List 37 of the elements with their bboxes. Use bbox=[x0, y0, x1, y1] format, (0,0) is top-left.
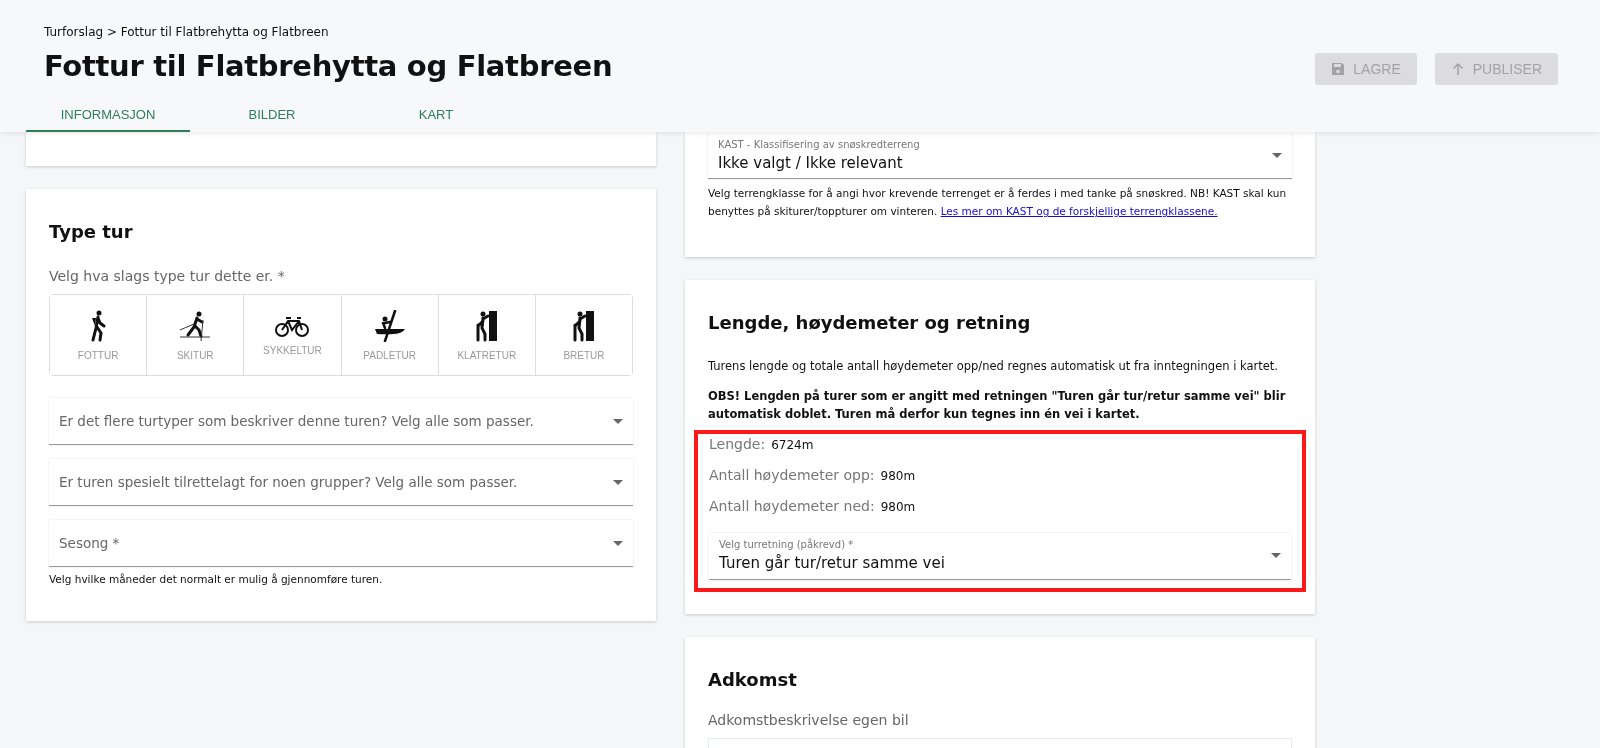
climber-icon bbox=[571, 309, 596, 342]
skier-icon bbox=[178, 309, 213, 342]
caret-icon bbox=[1271, 553, 1281, 559]
field-label: Adkomstbeskrivelse egen bil bbox=[708, 711, 910, 728]
field-label: Velg hva slags type tur dette er. * bbox=[49, 268, 286, 284]
section-heading: Lengde, høydemeter og retning bbox=[708, 311, 1032, 333]
breadcrumb: Turforslag > Fottur til Flatbrehytta og Flatbreen bbox=[44, 25, 330, 39]
section-heading: Type tur bbox=[49, 221, 134, 242]
stat-label: Antall høydemeter ned: bbox=[709, 497, 875, 514]
climber-icon bbox=[474, 309, 499, 342]
tab[interactable]: KART bbox=[354, 98, 518, 132]
helper-text: Velg hvilke måneder det normalt er mulig å gjennomføre turen. bbox=[49, 573, 384, 585]
tab[interactable]: BILDER bbox=[190, 98, 354, 132]
info-text: Turens lengde og totale antall høydemeter opp/ned regnes automatisk ut fra inntegningen i kartet. bbox=[708, 358, 1279, 373]
warning-text: OBS! Lengden på turer som er angitt med retningen "Turen går tur/retur samme vei" blir automatisk doblet. Turen må derfor kun tegnes inn én vei i kartet. bbox=[708, 387, 1287, 424]
select-field[interactable]: KAST - Klassifisering av snøskredterreng Ikke valgt / Ikke relevant bbox=[708, 132, 1292, 179]
caret-icon bbox=[613, 418, 623, 424]
help-text: Velg terrengklasse for å angi hvor krevende terrenget er å ferdes i med tanke på snøskred. NB! KAST skal kun benyttes på skiturer/toppturer om vinteren. Les mer om KAST og de forskjellige terrengklassene. bbox=[708, 186, 1288, 220]
stat-label: Lengde: bbox=[709, 435, 766, 452]
select-field[interactable]: Er turen spesielt tilrettelagt for noen grupper? Velg alle som passer. bbox=[49, 459, 633, 506]
page-title: Fottur til Flatbrehytta og Flatbreen bbox=[44, 49, 613, 83]
stat-value: 980m bbox=[880, 468, 916, 483]
upload-arrow-icon bbox=[1450, 62, 1465, 76]
select-field[interactable]: Velg turretning (påkrevd) * Turen går tur/retur samme vei bbox=[709, 532, 1291, 580]
section-heading: Adkomst bbox=[708, 668, 798, 690]
select-field[interactable]: Sesong * bbox=[49, 520, 633, 567]
bicycle-icon bbox=[275, 314, 310, 337]
stat-value: 6724m bbox=[771, 437, 814, 452]
trip-type-option[interactable]: FOTTUR bbox=[50, 295, 148, 375]
stat-label: Antall høydemeter opp: bbox=[709, 466, 875, 483]
kast-info-link[interactable]: Les mer om KAST og de forskjellige terrengklassene. bbox=[940, 205, 1218, 218]
caret-icon bbox=[1272, 152, 1282, 158]
stat-value: 980m bbox=[880, 499, 916, 514]
caret-icon bbox=[613, 540, 623, 546]
select-field[interactable]: Er det flere turtyper som beskriver denne turen? Velg alle som passer. bbox=[49, 398, 633, 445]
caret-icon bbox=[613, 479, 623, 485]
kayaker-icon bbox=[372, 309, 407, 342]
